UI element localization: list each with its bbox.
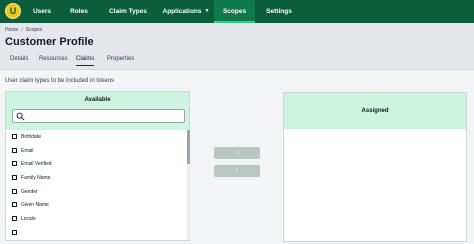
nav-item-scopes[interactable]: Scopes (214, 0, 255, 23)
checkbox[interactable] (12, 189, 17, 195)
nav-item-users[interactable]: Users (26, 0, 58, 23)
assigned-panel-header: Assigned (284, 93, 466, 129)
list-item[interactable]: Birthdate (12, 132, 41, 142)
chevron-down-icon: ▼ (204, 8, 210, 14)
checkbox[interactable] (12, 216, 17, 222)
list-item[interactable]: Family Name (12, 173, 50, 183)
tab-properties[interactable]: Properties (107, 56, 134, 62)
nav-item-applications[interactable]: Applications ▼ (158, 0, 214, 23)
list-item[interactable]: Email Verified (12, 159, 52, 169)
tab-details[interactable]: Details (10, 56, 28, 62)
available-claims-list: Birthdate Email Email Verified Family Na… (6, 131, 186, 241)
breadcrumb: Home / Scopes (5, 27, 42, 33)
nav-item-applications-label: Applications (162, 8, 202, 16)
list-item[interactable]: Email (12, 146, 34, 156)
list-item[interactable]: Locale (12, 214, 36, 224)
list-item-label: Gender (21, 189, 38, 195)
list-scrollbar[interactable] (187, 130, 190, 240)
nav-item-settings-label: Settings (266, 8, 292, 15)
tab-bar: Details Resources Claims Properties (0, 52, 474, 69)
add-to-assigned-button[interactable]: › (214, 147, 260, 159)
section-label: User claim types to be included in token… (5, 78, 115, 84)
checkbox[interactable] (12, 175, 17, 181)
nav-item-users-label: Users (32, 8, 52, 15)
nav-item-scopes-label: Scopes (222, 8, 247, 15)
checkbox[interactable] (12, 148, 17, 154)
app-logo[interactable]: U (5, 3, 21, 19)
tab-claims[interactable]: Claims (76, 56, 95, 66)
list-item-label: Given Name (21, 202, 49, 208)
nav-item-roles-label: Roles (70, 8, 88, 15)
nav-item-claim-types-label: Claim Types (109, 8, 147, 15)
search-icon (16, 112, 25, 121)
top-navigation-bar: U Users Roles Claim Types Applications ▼ … (0, 0, 474, 23)
assigned-panel: Assigned (283, 92, 467, 242)
checkbox[interactable] (12, 161, 17, 167)
list-item-label: Birthdate (21, 134, 42, 140)
page-title: Customer Profile (5, 36, 94, 48)
list-item-label: Locale (21, 216, 36, 222)
list-item-label: Family Name (21, 175, 51, 181)
logo-letter: U (9, 6, 17, 16)
search-input[interactable] (12, 109, 185, 123)
checkbox[interactable] (12, 134, 17, 140)
available-panel: Available Birthdate Email Email Verified… (5, 91, 190, 241)
checkbox[interactable] (12, 202, 17, 208)
nav-item-roles[interactable]: Roles (62, 0, 96, 23)
list-item-label: Email Verified (21, 161, 52, 167)
assigned-title: Assigned (361, 108, 389, 114)
breadcrumb-home[interactable]: Home (5, 27, 18, 33)
nav-item-settings[interactable]: Settings (259, 0, 299, 23)
nav-item-claim-types[interactable]: Claim Types (100, 0, 156, 23)
breadcrumb-separator: / (21, 27, 23, 33)
available-title: Available (84, 97, 111, 103)
list-item-partial[interactable] (12, 228, 21, 238)
breadcrumb-scopes[interactable]: Scopes (26, 27, 43, 33)
checkbox[interactable] (12, 230, 17, 236)
remove-from-assigned-button[interactable]: ‹ (214, 165, 260, 177)
header-divider (0, 69, 474, 70)
tab-resources[interactable]: Resources (39, 56, 68, 62)
list-item-label: Email (21, 148, 34, 154)
scrollbar-thumb[interactable] (187, 130, 190, 164)
list-item[interactable]: Gender (12, 187, 38, 197)
list-item[interactable]: Given Name (12, 200, 49, 210)
